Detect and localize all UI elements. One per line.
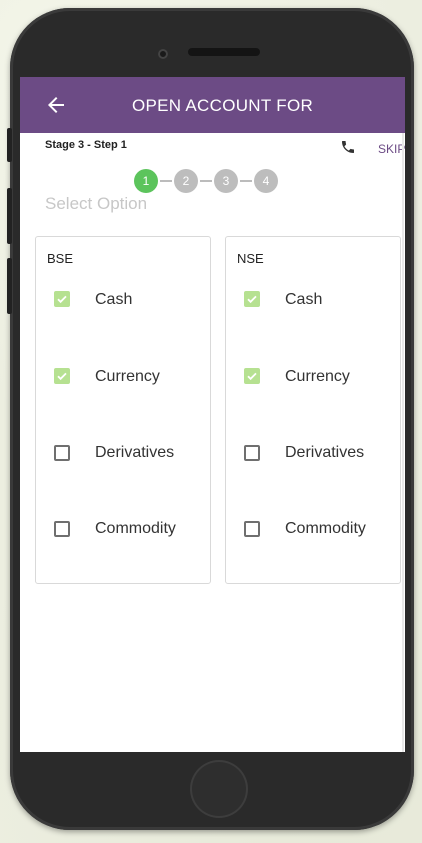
option-currency[interactable]: Currency bbox=[54, 366, 204, 388]
option-commodity[interactable]: Commodity bbox=[244, 518, 394, 540]
skip-link[interactable]: SKIP bbox=[378, 142, 405, 156]
option-commodity[interactable]: Commodity bbox=[54, 518, 204, 540]
scroll-edge bbox=[402, 133, 404, 752]
speaker-grille bbox=[188, 48, 260, 56]
checkbox-unchecked-icon[interactable] bbox=[54, 445, 70, 461]
step-1: 1 bbox=[134, 169, 158, 193]
checkbox-checked-icon[interactable] bbox=[54, 368, 70, 384]
checkbox-unchecked-icon[interactable] bbox=[244, 445, 260, 461]
front-camera bbox=[158, 49, 168, 59]
panel-title: NSE bbox=[237, 251, 264, 266]
option-derivatives[interactable]: Derivatives bbox=[244, 442, 394, 464]
option-label: Currency bbox=[285, 368, 350, 385]
checkbox-unchecked-icon[interactable] bbox=[244, 521, 260, 537]
step-connector bbox=[240, 180, 252, 182]
step-3: 3 bbox=[214, 169, 238, 193]
home-button[interactable] bbox=[190, 760, 248, 818]
option-cash[interactable]: Cash bbox=[54, 289, 204, 311]
app-screen: OPEN ACCOUNT FOR Stage 3 - Step 1 SKIP 1… bbox=[20, 77, 405, 752]
page-title: OPEN ACCOUNT FOR bbox=[131, 96, 314, 115]
option-label: Commodity bbox=[285, 520, 366, 537]
option-label: Derivatives bbox=[95, 444, 175, 461]
option-derivatives[interactable]: Derivatives bbox=[54, 442, 204, 464]
side-button bbox=[7, 258, 12, 314]
exchange-panel-bse: BSE Cash Currency Derivatives Commodity bbox=[35, 236, 211, 584]
panel-title: BSE bbox=[47, 251, 74, 266]
side-button bbox=[7, 128, 12, 162]
step-connector bbox=[200, 180, 212, 182]
option-label: Derivatives bbox=[285, 444, 365, 461]
step-4: 4 bbox=[254, 169, 278, 193]
option-cash[interactable]: Cash bbox=[244, 289, 394, 311]
checkbox-checked-icon[interactable] bbox=[244, 368, 260, 384]
section-heading: Select Option bbox=[45, 194, 148, 213]
step-connector bbox=[160, 180, 172, 182]
exchange-panel-nse: NSE Cash Currency Derivatives Commodity bbox=[225, 236, 401, 584]
option-label: Cash bbox=[95, 291, 133, 308]
side-button bbox=[7, 188, 12, 244]
option-label: Currency bbox=[95, 368, 160, 385]
option-label: Cash bbox=[285, 291, 323, 308]
checkbox-unchecked-icon[interactable] bbox=[54, 521, 70, 537]
checkbox-checked-icon[interactable] bbox=[244, 291, 260, 307]
step-2: 2 bbox=[174, 169, 198, 193]
checkbox-checked-icon[interactable] bbox=[54, 291, 70, 307]
option-label: Commodity bbox=[95, 520, 176, 537]
option-currency[interactable]: Currency bbox=[244, 366, 394, 388]
phone-icon[interactable] bbox=[340, 139, 356, 155]
stage-label: Stage 3 - Step 1 bbox=[45, 139, 127, 151]
app-bar: OPEN ACCOUNT FOR bbox=[20, 77, 405, 133]
